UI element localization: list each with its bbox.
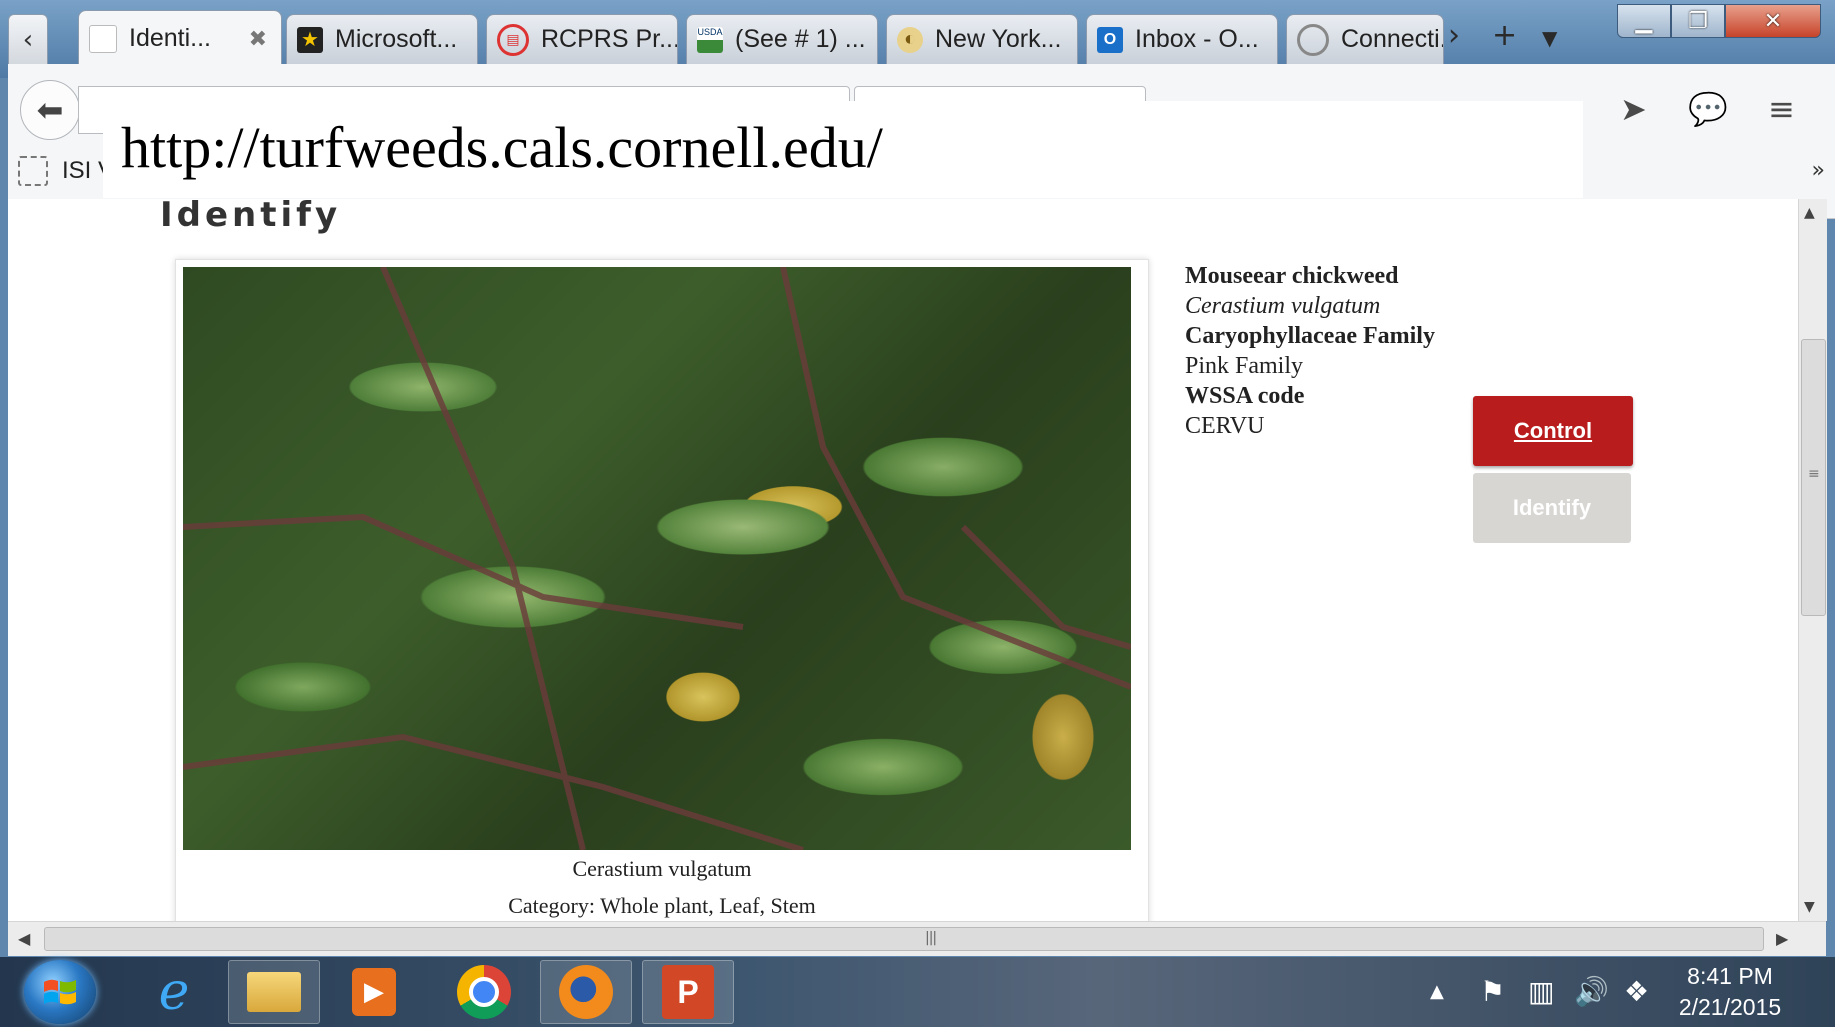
back-arrow-icon[interactable]: ⬅ (20, 80, 80, 140)
tab-label: Connecti... (1341, 25, 1443, 53)
tab-list-dropdown-icon[interactable]: ▼ (1542, 26, 1557, 50)
page-icon (89, 24, 117, 53)
url-overlay: http://turfweeds.cals.cornell.edu/ (103, 101, 1583, 198)
maximize-button[interactable]: ❐ (1671, 4, 1725, 38)
tab-scroll-left-button[interactable]: ‹ (8, 14, 48, 66)
scroll-up-icon[interactable]: ▲ (1804, 205, 1815, 221)
horizontal-scroll-thumb[interactable]: ||| (44, 927, 1764, 951)
tab-new-york[interactable]: ◐ New York... (886, 14, 1078, 64)
url-overlay-text: http://turfweeds.cals.cornell.edu/ (121, 115, 883, 180)
volume-icon[interactable]: 🔊 (1574, 975, 1609, 1008)
scroll-down-icon[interactable]: ▼ (1804, 899, 1815, 915)
horizontal-scrollbar[interactable]: ◀ ||| ▶ (8, 921, 1826, 956)
send-icon[interactable]: ➤ (1620, 90, 1647, 128)
firefox-icon[interactable] (540, 960, 632, 1024)
scroll-right-icon[interactable]: ▶ (1776, 929, 1788, 948)
tab-label: New York... (935, 25, 1062, 53)
system-clock[interactable]: 8:41 PM 2/21/2015 (1660, 961, 1800, 1023)
photo-caption: Cerastium vulgatum (572, 856, 752, 881)
weed-photo[interactable] (183, 267, 1131, 850)
chat-icon[interactable]: 💬 (1688, 90, 1728, 128)
action-center-flag-icon[interactable]: ⚑ (1480, 975, 1505, 1008)
loading-icon (1297, 23, 1329, 56)
control-button[interactable]: Control (1473, 396, 1633, 466)
tab-identify[interactable]: Identi... ✖ (78, 10, 282, 66)
clock-time: 8:41 PM (1687, 963, 1773, 989)
grip-icon: ||| (925, 930, 937, 946)
photo-category: Category: Whole plant, Leaf, Stem (508, 893, 816, 918)
more-bookmarks-icon[interactable]: » (1812, 158, 1825, 183)
taskbar: e ▶ P ▲ ⚑ ▥ 🔊 ❖ 8:41 PM 2/21/2015 (0, 957, 1835, 1027)
close-icon[interactable]: ✖ (249, 26, 267, 52)
media-player-icon[interactable]: ▶ (328, 960, 420, 1024)
tab-label: Inbox - O... (1135, 25, 1259, 53)
tab-connecting[interactable]: Connecti... (1286, 14, 1444, 64)
star-icon: ★ (297, 26, 323, 53)
tab-label: Identi... (129, 24, 211, 52)
new-tab-button[interactable]: + (1492, 18, 1517, 53)
menu-icon[interactable]: ≡ (1768, 90, 1795, 128)
usda-icon: USDA (697, 26, 723, 53)
clock-date: 2/21/2015 (1678, 994, 1782, 1020)
vertical-scroll-thumb[interactable]: ≡ (1801, 339, 1826, 616)
window-controls: ▁ ❐ ✕ (1617, 4, 1821, 44)
chrome-icon[interactable] (438, 960, 530, 1024)
wssa-code: CERVU (1185, 413, 1265, 439)
tab-usda[interactable]: USDA (See # 1) ... (686, 14, 878, 64)
tab-label: (See # 1) ... (735, 25, 866, 53)
bookmark-folder-icon (18, 156, 48, 186)
weed-info: Mouseear chickweed Cerastium vulgatum Ca… (1185, 261, 1435, 441)
minimize-button[interactable]: ▁ (1617, 4, 1671, 38)
photo-card: Cerastium vulgatum Category: Whole plant… (175, 259, 1149, 921)
seed-icon: ◐ (897, 26, 923, 53)
windows-logo-icon (44, 979, 76, 1005)
tab-label: Microsoft... (335, 25, 458, 53)
identify-button[interactable]: Identify (1473, 473, 1631, 543)
show-hidden-icons[interactable]: ▲ (1430, 981, 1444, 1002)
grip-icon: ≡ (1808, 466, 1820, 482)
close-window-button[interactable]: ✕ (1725, 4, 1821, 38)
tab-inbox[interactable]: O Inbox - O... (1086, 14, 1278, 64)
scroll-left-icon[interactable]: ◀ (18, 929, 30, 948)
network-icon[interactable]: ▥ (1528, 975, 1554, 1008)
scientific-name: Cerastium vulgatum (1185, 293, 1381, 319)
family-name: Caryophyllaceae Family (1185, 323, 1435, 349)
internet-explorer-icon[interactable]: e (128, 960, 220, 1024)
wssa-label: WSSA code (1185, 383, 1305, 409)
tab-microsoft[interactable]: ★ Microsoft... (286, 14, 478, 64)
tab-rcprs[interactable]: ▤ RCPRS Pr... (486, 14, 678, 64)
start-button[interactable] (24, 960, 96, 1024)
dropbox-icon[interactable]: ❖ (1624, 975, 1649, 1008)
outlook-icon: O (1097, 26, 1123, 53)
chevron-right-icon[interactable]: › (1448, 18, 1460, 53)
common-name: Mouseear chickweed (1185, 263, 1399, 289)
tab-label: RCPRS Pr... (541, 25, 678, 53)
file-explorer-icon[interactable] (228, 960, 320, 1024)
page-title: Identify (160, 199, 342, 235)
shield-icon: ▤ (497, 23, 529, 56)
bookmark-isi[interactable]: ISI V (18, 156, 114, 186)
page-viewport: Identify Cerastium vulgatum Category: Wh… (8, 199, 1798, 921)
plant-stems (183, 267, 1131, 850)
vertical-scrollbar[interactable]: ▲ ≡ ▼ (1798, 199, 1827, 921)
family-common-name: Pink Family (1185, 353, 1304, 379)
powerpoint-icon[interactable]: P (642, 960, 734, 1024)
